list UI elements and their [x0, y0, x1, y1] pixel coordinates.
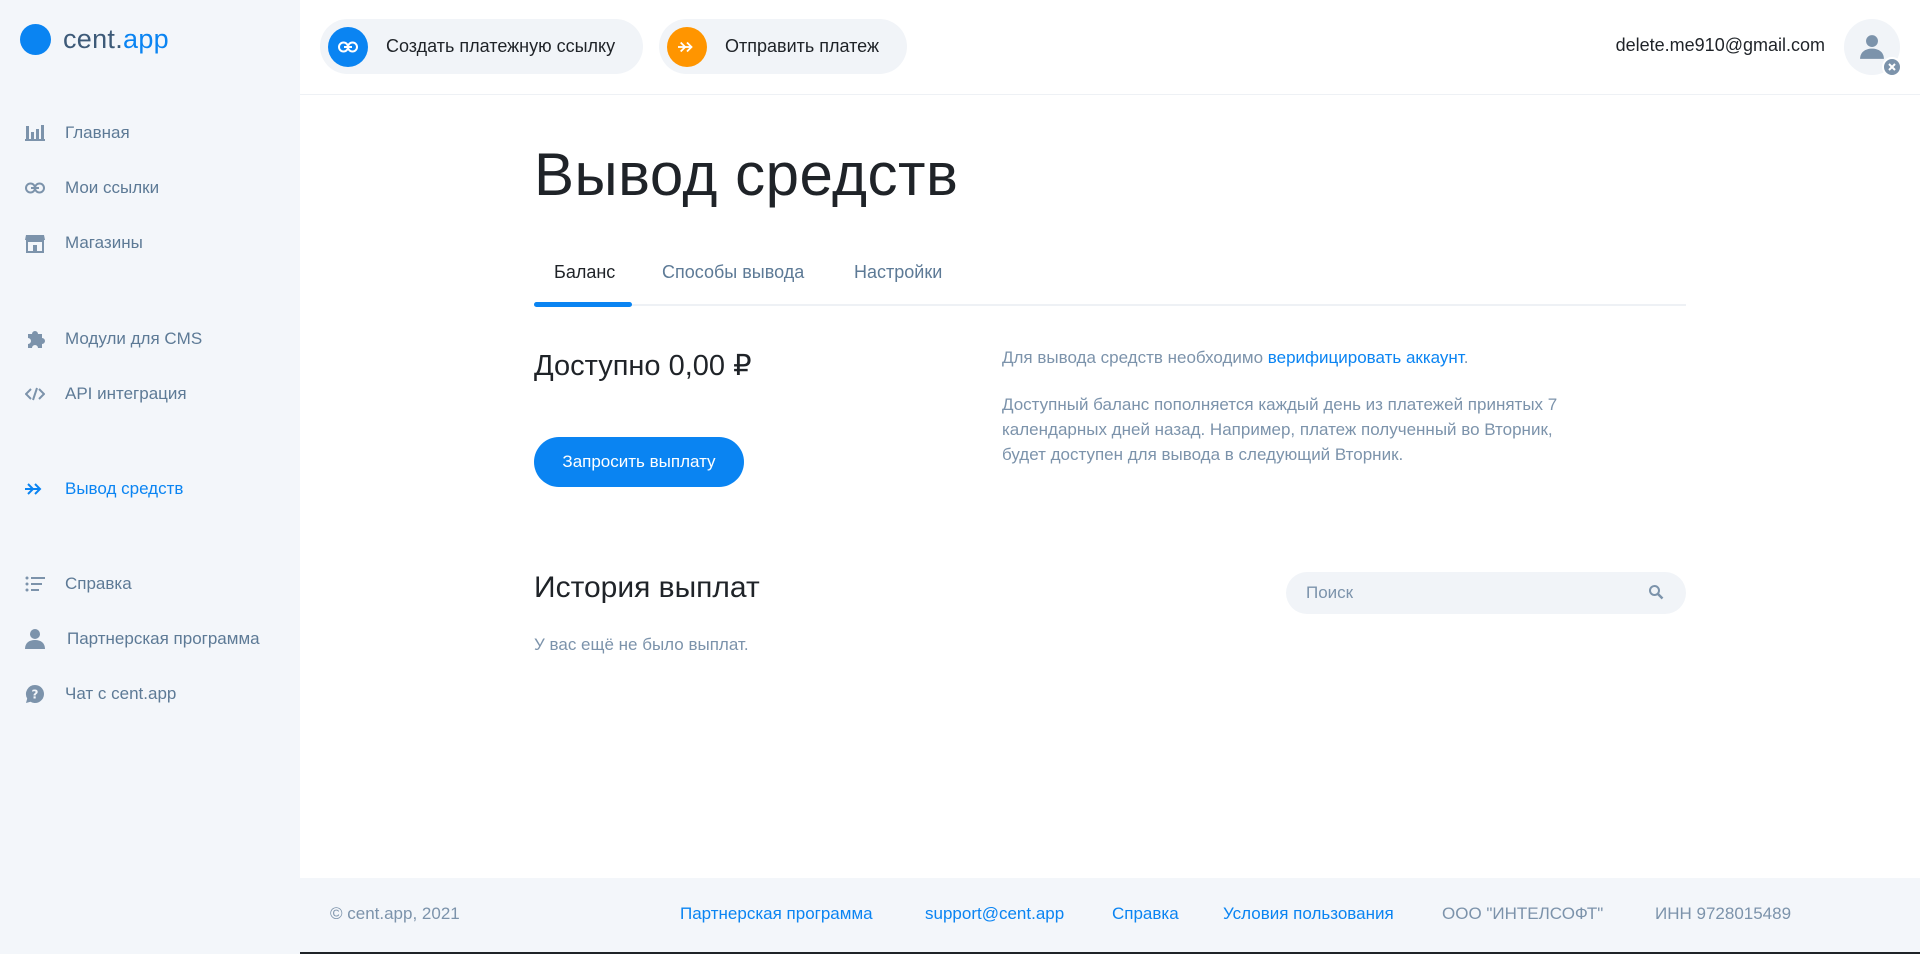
footer-help-link[interactable]: Справка	[1112, 904, 1179, 924]
topbar: Создать платежную ссылку Отправить плате…	[300, 0, 1920, 95]
footer: © cent.app, 2021 Партнерская программа s…	[300, 878, 1920, 954]
double-arrow-icon	[667, 26, 707, 67]
svg-text:?: ?	[32, 688, 39, 702]
sidebar-item-stores[interactable]: Магазины	[24, 229, 143, 257]
search-box	[1286, 572, 1686, 614]
request-payout-button[interactable]: Запросить выплату	[534, 437, 744, 487]
sidebar-item-cms-modules[interactable]: Модули для CMS	[24, 325, 202, 353]
sidebar-item-label: Главная	[65, 123, 130, 142]
verify-account-link[interactable]: верифицировать аккаунт	[1268, 348, 1464, 367]
sidebar: cent.app Главная Мои ссылки Магазины Мод…	[0, 0, 300, 954]
tab-withdrawal-methods[interactable]: Способы вывода	[662, 262, 804, 306]
sidebar-item-label: Чат с cent.app	[65, 684, 177, 703]
sidebar-item-withdrawal[interactable]: Вывод средств	[24, 475, 183, 503]
tab-label: Способы вывода	[662, 262, 805, 282]
logo-text: cent.app	[63, 24, 169, 54]
sidebar-item-api[interactable]: API интеграция	[24, 380, 187, 408]
help-chat-icon: ?	[24, 683, 46, 705]
link-icon	[24, 177, 46, 199]
user-icon	[24, 628, 46, 650]
store-icon	[24, 232, 46, 254]
sidebar-item-label: Магазины	[65, 233, 143, 252]
close-icon	[1882, 57, 1902, 77]
sidebar-item-my-links[interactable]: Мои ссылки	[24, 174, 159, 202]
sidebar-item-label: API интеграция	[65, 384, 187, 403]
send-payment-button[interactable]: Отправить платеж	[659, 19, 908, 74]
logo-dot-icon	[20, 24, 51, 55]
footer-copyright: © cent.app, 2021	[330, 904, 460, 923]
sidebar-item-label: Мои ссылки	[65, 178, 160, 197]
avatar[interactable]	[1844, 19, 1902, 77]
search-input[interactable]	[1306, 572, 1636, 614]
list-icon	[24, 573, 46, 595]
create-payment-link-label: Создать платежную ссылку	[386, 36, 616, 56]
logo[interactable]: cent.app	[20, 24, 169, 55]
footer-partner-link[interactable]: Партнерская программа	[680, 904, 873, 924]
sidebar-item-label: Вывод средств	[65, 479, 184, 498]
user-email: delete.me910@gmail.com	[1615, 35, 1825, 55]
balance-info: Доступный баланс пополняется каждый день…	[1002, 395, 1558, 464]
footer-support-link[interactable]: support@cent.app	[925, 904, 1064, 924]
link-icon	[328, 26, 368, 67]
tab-balance[interactable]: Баланс	[534, 262, 632, 307]
tab-active-indicator	[534, 302, 632, 307]
empty-state-text: У вас ещё не было выплат.	[534, 635, 749, 654]
tab-settings[interactable]: Настройки	[854, 262, 942, 306]
available-balance: Доступно 0,00 ₽	[534, 350, 752, 382]
tab-label: Настройки	[854, 262, 943, 282]
code-icon	[24, 383, 46, 405]
send-payment-label: Отправить платеж	[725, 36, 880, 56]
tab-label: Баланс	[554, 262, 616, 282]
bar-chart-icon	[24, 122, 46, 144]
sidebar-item-label: Партнерская программа	[67, 629, 260, 648]
verify-notice: Для вывода средств необходимо верифициро…	[1002, 348, 1469, 367]
sidebar-item-partner[interactable]: Партнерская программа	[24, 625, 260, 653]
double-arrow-icon	[24, 478, 46, 500]
sidebar-item-label: Модули для CMS	[65, 329, 203, 348]
footer-inn: ИНН 9728015489	[1655, 904, 1792, 923]
sidebar-item-label: Справка	[65, 574, 132, 593]
sidebar-item-help[interactable]: Справка	[24, 570, 132, 598]
tabs: Баланс Способы вывода Настройки	[534, 258, 1686, 307]
page-title: Вывод средств	[534, 141, 959, 208]
puzzle-icon	[24, 328, 46, 350]
search-icon[interactable]	[1648, 584, 1664, 605]
sidebar-item-home[interactable]: Главная	[24, 119, 130, 147]
user-icon	[1860, 35, 1884, 59]
history-title: История выплат	[534, 571, 760, 604]
create-payment-link-button[interactable]: Создать платежную ссылку	[320, 19, 644, 74]
sidebar-item-chat[interactable]: ? Чат с cent.app	[24, 680, 176, 708]
footer-terms-link[interactable]: Условия пользования	[1223, 904, 1394, 924]
footer-company: ООО "ИНТЕЛСОФТ"	[1442, 904, 1604, 923]
